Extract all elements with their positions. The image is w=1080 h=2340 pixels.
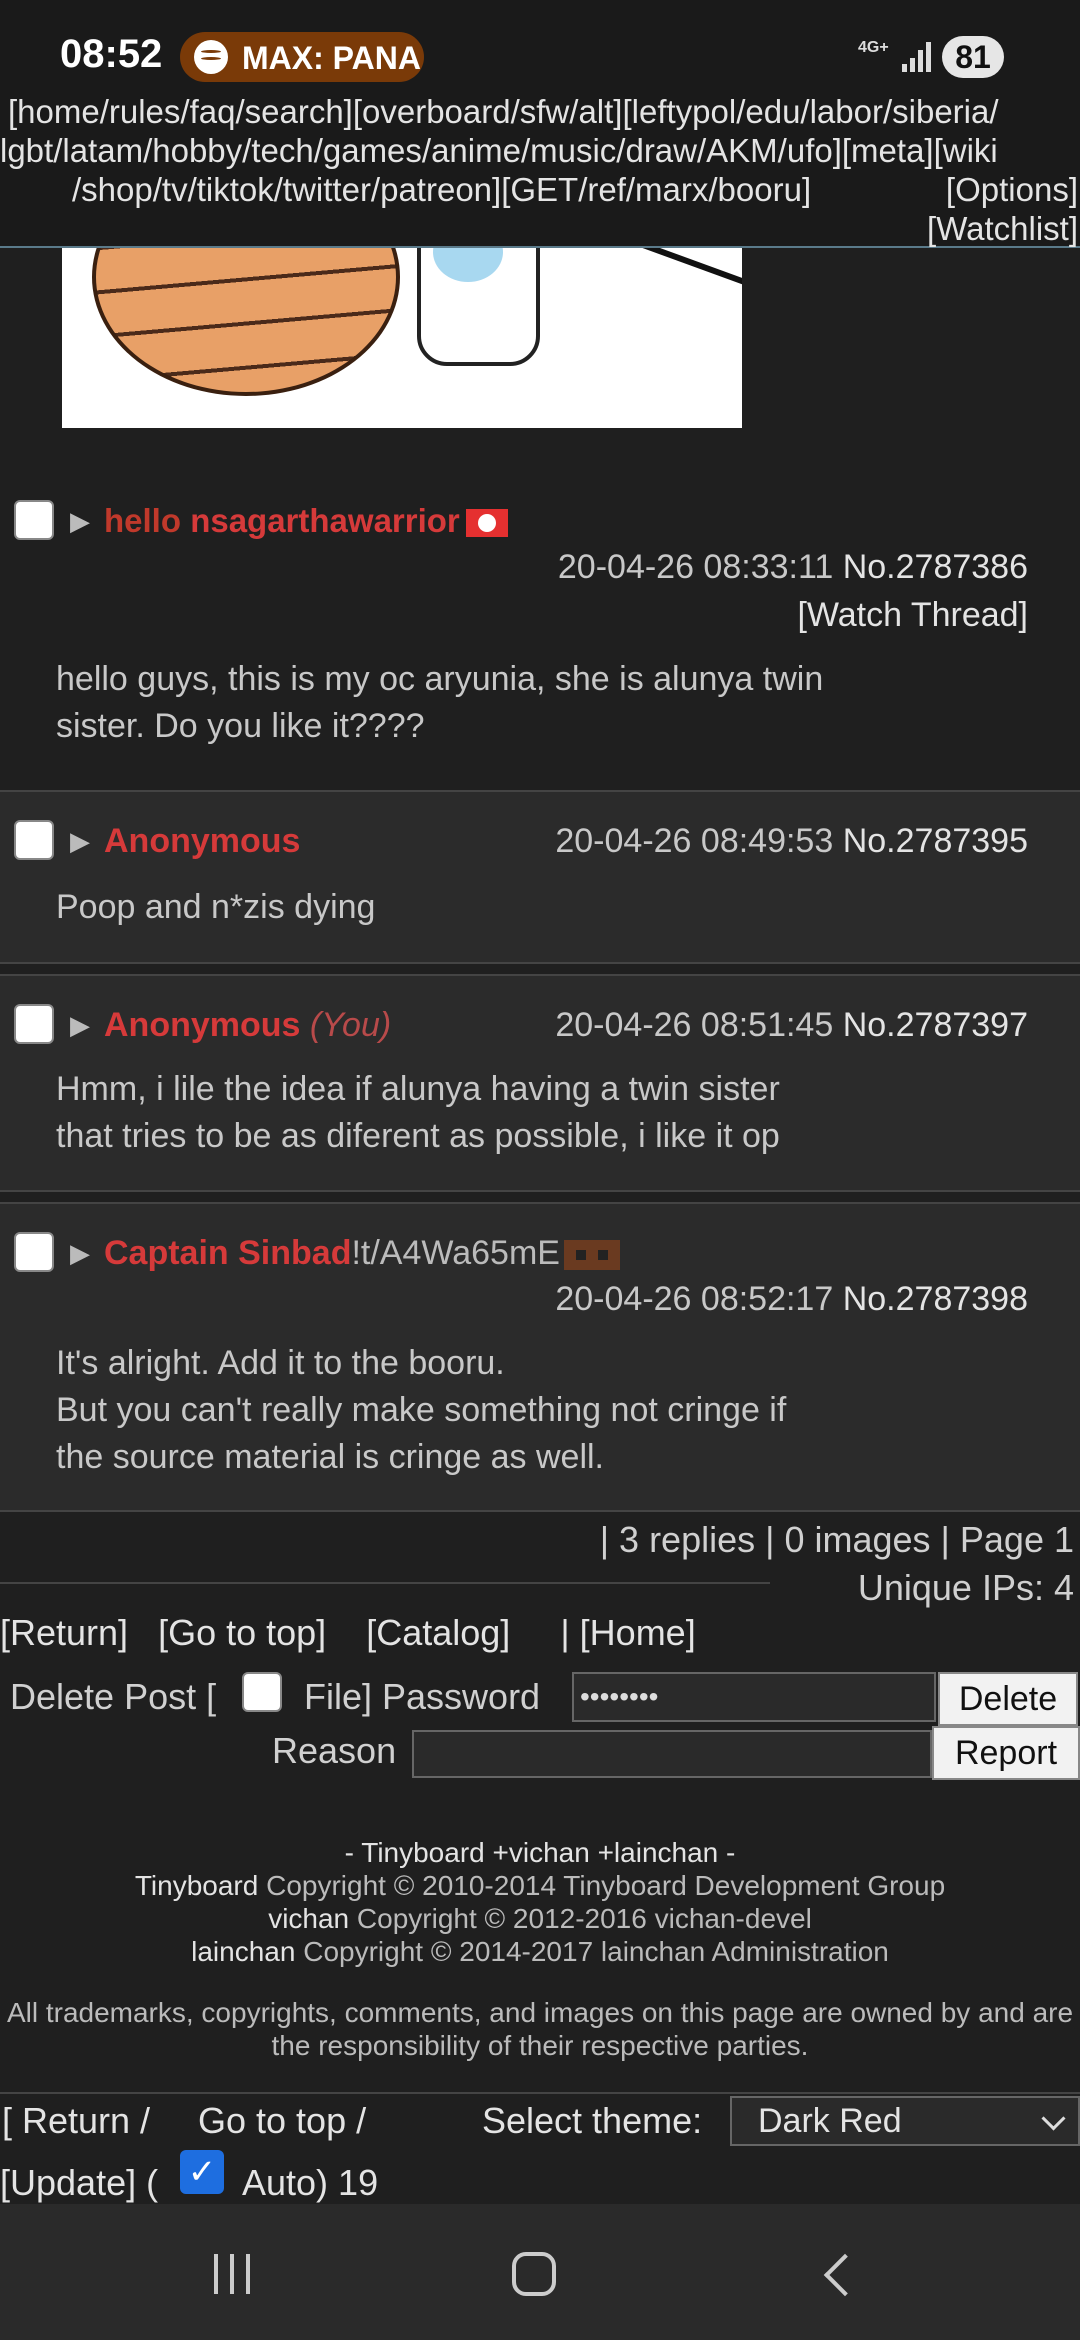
post-menu-arrow-icon[interactable]: ▶ (70, 1238, 90, 1269)
post-number[interactable]: No.2787395 (843, 822, 1028, 860)
divider (0, 1582, 770, 1584)
go-to-top-link[interactable]: [Go to top] (158, 1612, 326, 1653)
post-date: 20-04-26 08:52:17 (555, 1280, 834, 1318)
home-icon[interactable] (512, 2252, 556, 2296)
theme-label: Select theme: (482, 2100, 703, 2141)
footer-engines: - Tinyboard +vichan +lainchan - (344, 1837, 736, 1868)
delete-post-label: Delete Post [ (10, 1676, 217, 1717)
post-checkbox[interactable] (14, 820, 54, 860)
post-meta: 20-04-26 08:52:17 No.2787398 (555, 1280, 1028, 1319)
board-nav-line-3[interactable]: /shop/tv/tiktok/twitter/patreon][GET/ref… (72, 170, 811, 209)
post-checkbox[interactable] (14, 1232, 54, 1272)
poster-header: Anonymous (You) (104, 1006, 391, 1045)
vichan-copyright: Copyright © 2012-2016 vichan-devel (349, 1903, 812, 1934)
drawing-food (92, 248, 400, 396)
battery-icon: 81 (942, 36, 1004, 78)
auto-update-label: Auto) 19 (242, 2162, 379, 2203)
thread-stats: | 3 replies | 0 images | Page 1 Unique I… (600, 1516, 1074, 1612)
chevron-down-icon (1041, 2106, 1066, 2131)
recents-icon[interactable] (210, 2254, 254, 2294)
watchlist-link[interactable]: [Watchlist] (927, 209, 1078, 248)
password-label: File] Password (304, 1676, 541, 1717)
post-date: 20-04-26 08:49:53 (555, 822, 834, 860)
op-image[interactable] (62, 248, 742, 428)
footer: - Tinyboard +vichan +lainchan - Tinyboar… (0, 1836, 1080, 2062)
lainchan-link[interactable]: lainchan (191, 1936, 295, 1967)
theme-select[interactable]: Dark Red (730, 2096, 1080, 2146)
post-subject: hello (104, 502, 182, 539)
options-link[interactable]: [Options] (946, 170, 1078, 209)
op-header: hello nsagarthawarrior (104, 502, 508, 540)
theme-select-value: Dark Red (758, 2102, 902, 2140)
bottom-top-link[interactable]: Go to top / (198, 2100, 366, 2142)
poster-name[interactable]: Anonymous (104, 822, 300, 861)
board-nav-line-2[interactable]: lgbt/latam/hobby/tech/games/anime/music/… (0, 131, 998, 170)
flag-icon (563, 1240, 620, 1271)
post-body: It's alright. Add it to the booru. But y… (56, 1344, 787, 1476)
bottom-return-link[interactable]: [ Return / (2, 2100, 150, 2142)
delete-button[interactable]: Delete (938, 1672, 1078, 1726)
auto-update-checkbox[interactable]: ✓ (180, 2150, 224, 2194)
spotify-icon (194, 40, 228, 74)
drawing-cup (417, 248, 540, 366)
reason-input[interactable] (412, 1730, 932, 1778)
tinyboard-copyright: Copyright © 2010-2014 Tinyboard Developm… (258, 1870, 946, 1901)
op-meta: 20-04-26 08:33:11 No.2787386 (558, 548, 1028, 587)
reply-post: ▶ Captain Sinbad!t/A4Wa65mE 20-04-26 08:… (0, 1202, 1080, 1512)
media-chip[interactable]: MAX: PANA (180, 32, 424, 82)
reply-post: ▶ Anonymous (You) 20-04-26 08:51:45 No.2… (0, 974, 1080, 1192)
home-link[interactable]: | [Home] (560, 1612, 695, 1653)
reply-post: ▶ Anonymous 20-04-26 08:49:53 No.2787395… (0, 790, 1080, 964)
post-menu-arrow-icon[interactable]: ▶ (70, 506, 90, 537)
post-date: 20-04-26 08:51:45 (555, 1006, 834, 1044)
report-button[interactable]: Report (932, 1726, 1080, 1780)
post-body: Hmm, i lile the idea if alunya having a … (56, 1070, 780, 1155)
you-marker: (You) (309, 1006, 392, 1044)
network-type: 4G+ (858, 39, 889, 56)
post-body: hello guys, this is my oc aryunia, she i… (56, 660, 824, 745)
signal-icon (902, 40, 936, 72)
media-label: MAX: PANA (242, 40, 421, 76)
poster-header: Captain Sinbad!t/A4Wa65mE (104, 1234, 620, 1273)
post-menu-arrow-icon[interactable]: ▶ (70, 826, 90, 857)
system-nav-bar (0, 2204, 1080, 2340)
post-meta: 20-04-26 08:51:45 No.2787397 (555, 1006, 1028, 1045)
reason-label: Reason (272, 1730, 397, 1771)
board-nav-line-1[interactable]: [home/rules/faq/search][overboard/sfw/al… (8, 92, 999, 131)
tripcode: !t/A4Wa65mE (351, 1234, 560, 1272)
post-number[interactable]: No.2787386 (843, 548, 1028, 586)
drawing-line (545, 248, 742, 316)
post-menu-arrow-icon[interactable]: ▶ (70, 1010, 90, 1041)
catalog-link[interactable]: [Catalog] (366, 1612, 510, 1653)
watch-thread-link[interactable]: [Watch Thread] (797, 596, 1028, 635)
poster-name[interactable]: nsagarthawarrior (190, 502, 460, 539)
post-number[interactable]: No.2787397 (843, 1006, 1028, 1044)
lainchan-copyright: Copyright © 2014-2017 lainchan Administr… (295, 1936, 889, 1967)
thread-nav: [Return] [Go to top] [Catalog] | [Home] (0, 1612, 696, 1654)
post-body: Poop and n*zis dying (56, 888, 376, 926)
clock: 08:52 (60, 32, 163, 76)
thread-stats-line-1: | 3 replies | 0 images | Page 1 (599, 1519, 1074, 1560)
back-icon[interactable] (823, 2253, 867, 2297)
update-link[interactable]: [Update] ( (0, 2162, 158, 2204)
post-meta: 20-04-26 08:49:53 No.2787395 (555, 822, 1028, 861)
flag-icon (465, 509, 508, 538)
board-nav: [home/rules/faq/search][overboard/sfw/al… (0, 92, 1080, 248)
password-input[interactable]: •••••••• (572, 1672, 936, 1722)
post-checkbox[interactable] (14, 1004, 54, 1044)
return-link[interactable]: [Return] (0, 1612, 128, 1653)
legal-notice: All trademarks, copyrights, comments, an… (6, 1997, 1074, 2061)
post-checkbox[interactable] (14, 500, 54, 540)
post-date: 20-04-26 08:33:11 (557, 548, 834, 586)
poster-name[interactable]: Captain Sinbad (104, 1234, 351, 1272)
unique-ips: Unique IPs: 4 (857, 1567, 1074, 1608)
vichan-link[interactable]: vichan (268, 1903, 349, 1934)
tinyboard-link[interactable]: Tinyboard (135, 1870, 258, 1901)
status-bar: 08:52 MAX: PANA 4G+ 81 (0, 0, 1080, 92)
file-only-checkbox[interactable] (242, 1672, 282, 1712)
post-number[interactable]: No.2787398 (843, 1280, 1028, 1318)
poster-name[interactable]: Anonymous (104, 1006, 300, 1044)
